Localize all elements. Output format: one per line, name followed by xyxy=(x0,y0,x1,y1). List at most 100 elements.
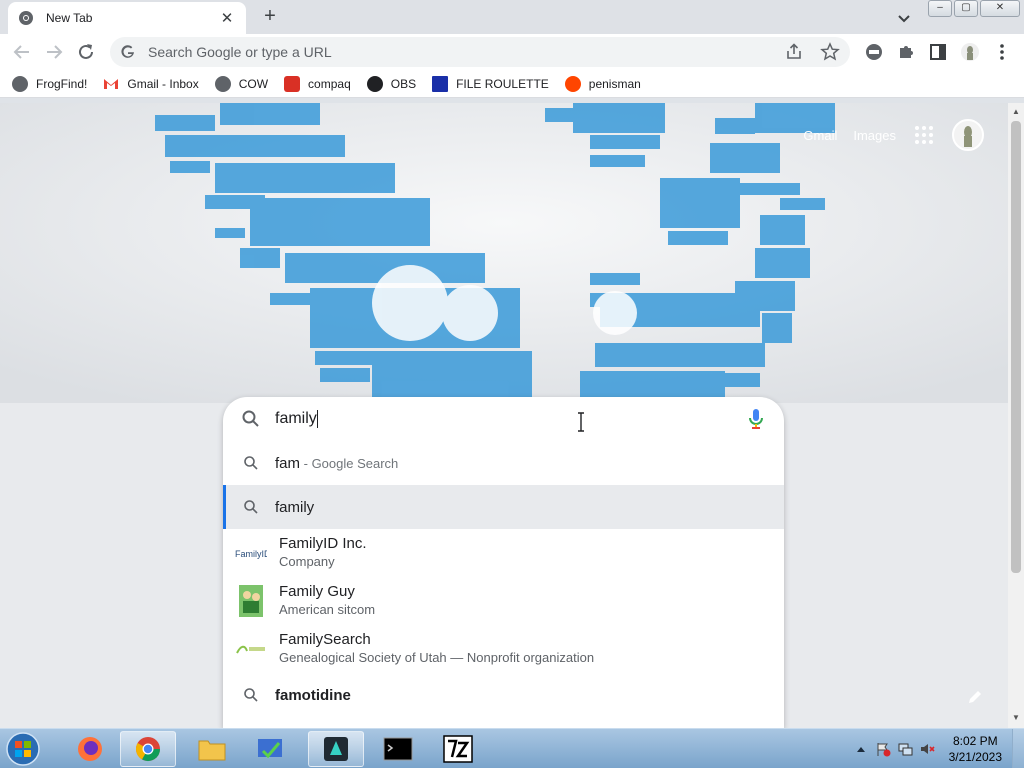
show-desktop-button[interactable] xyxy=(1012,729,1024,768)
scroll-thumb[interactable] xyxy=(1011,121,1021,573)
forward-arrow-icon[interactable] xyxy=(42,40,66,64)
bookmark-cow[interactable]: COW xyxy=(214,75,269,92)
address-bar[interactable]: Search Google or type a URL xyxy=(110,37,850,67)
share-icon[interactable] xyxy=(784,42,804,62)
windows-taskbar: 8:02 PM 3/21/2023 xyxy=(0,728,1024,768)
search-query-text: family xyxy=(275,410,317,428)
images-link[interactable]: Images xyxy=(853,128,896,143)
extensions-puzzle-icon[interactable] xyxy=(896,42,916,62)
taskbar-file-explorer[interactable] xyxy=(184,731,240,767)
tab-new-tab[interactable]: New Tab ✕ xyxy=(8,2,246,34)
search-icon xyxy=(244,456,258,470)
folder-icon xyxy=(198,740,226,761)
suggestion-title: FamilySearch xyxy=(279,631,371,648)
tab-search-icon[interactable] xyxy=(894,8,914,28)
close-window-button[interactable]: ✕ xyxy=(980,0,1020,17)
window-controls: – ▢ ✕ xyxy=(928,0,1020,17)
clock-time: 8:02 PM xyxy=(952,734,998,748)
scroll-up-arrow-icon[interactable]: ▲ xyxy=(1011,107,1021,117)
taskbar-control-panel[interactable] xyxy=(242,731,298,767)
cmd-icon xyxy=(383,737,413,761)
show-hidden-icons-icon[interactable] xyxy=(853,741,869,757)
suggestion-text: family xyxy=(275,498,315,516)
bookmark-penisman[interactable]: penisman xyxy=(564,75,641,92)
search-box: family fam - Google Search family Family… xyxy=(223,397,784,728)
suggestion-entity-familysearch[interactable]: FamilySearch Genealogical Society of Uta… xyxy=(223,625,784,673)
svg-text:FamilyID: FamilyID xyxy=(235,549,267,559)
search-input-row[interactable]: family xyxy=(223,397,784,441)
extension-icon[interactable] xyxy=(864,42,884,62)
clock-date: 3/21/2023 xyxy=(948,750,1002,764)
suggestion-text: famotidine xyxy=(275,686,351,704)
bookmark-label: OBS xyxy=(390,76,417,91)
apps-grid-icon[interactable] xyxy=(912,123,936,147)
page-scrollbar[interactable]: ▲ ▼ xyxy=(1008,103,1024,728)
bookmark-label: compaq xyxy=(308,76,351,91)
bookmark-compaq[interactable]: compaq xyxy=(284,75,351,92)
menu-kebab-icon[interactable] xyxy=(992,42,1012,62)
taskbar-firefox[interactable] xyxy=(62,731,118,767)
google-g-icon xyxy=(121,45,134,58)
taskbar-chrome[interactable] xyxy=(120,731,176,767)
github-icon xyxy=(366,75,383,92)
search-icon xyxy=(244,500,258,514)
reddit-icon xyxy=(564,75,581,92)
tab-title: New Tab xyxy=(46,11,93,25)
suggestion-title: FamilyID Inc. xyxy=(279,535,367,552)
suggestion-entity-familyid[interactable]: FamilyID FamilyID Inc. Company xyxy=(223,529,784,577)
taskbar-7zip[interactable] xyxy=(430,731,486,767)
bookmark-label: Gmail - Inbox xyxy=(127,76,199,91)
account-avatar[interactable] xyxy=(952,119,984,151)
system-tray: 8:02 PM 3/21/2023 xyxy=(847,729,1024,768)
suggestion-match: fam xyxy=(275,454,301,472)
search-input[interactable]: family xyxy=(275,409,746,428)
suggestion-item[interactable]: fam - Google Search xyxy=(223,441,784,485)
bookmark-frogfind[interactable]: FrogFind! xyxy=(12,75,87,92)
side-panel-icon[interactable] xyxy=(928,42,948,62)
taskbar-command-prompt[interactable] xyxy=(370,731,426,767)
bookmark-obs[interactable]: OBS xyxy=(366,75,417,92)
familyguy-thumb xyxy=(235,585,267,617)
start-button-icon[interactable] xyxy=(4,731,42,767)
new-tab-button[interactable]: + xyxy=(258,5,282,29)
taskbar-clock[interactable]: 8:02 PM 3/21/2023 xyxy=(949,733,1002,765)
suggestion-suffix: - Google Search xyxy=(300,455,399,471)
gmail-link[interactable]: Gmail xyxy=(803,128,837,143)
top-links: Gmail Images xyxy=(803,119,984,151)
chrome-icon xyxy=(19,11,33,25)
bookmark-label: penisman xyxy=(588,76,641,91)
minimize-button[interactable]: – xyxy=(928,0,952,17)
suggestion-item-selected[interactable]: family xyxy=(223,485,784,529)
bookmarks-bar: FrogFind! Gmail - Inbox COW compaq OBS F… xyxy=(0,70,1024,98)
filmora-icon xyxy=(324,737,348,761)
familysearch-logo xyxy=(235,633,267,665)
7zip-icon xyxy=(443,735,473,763)
volume-muted-icon[interactable] xyxy=(919,741,935,757)
ibeam-cursor-icon xyxy=(578,412,584,432)
profile-avatar-icon[interactable] xyxy=(960,42,980,62)
search-icon xyxy=(242,410,259,427)
compaq-icon xyxy=(284,75,301,92)
suggestion-subtitle: Genealogical Society of Utah — Nonprofit… xyxy=(279,650,595,665)
back-arrow-icon[interactable] xyxy=(10,40,34,64)
suggestion-entity-family-guy[interactable]: Family Guy American sitcom xyxy=(223,577,784,625)
microphone-icon[interactable] xyxy=(746,407,766,431)
bookmark-file-roulette[interactable]: FILE ROULETTE xyxy=(432,75,549,92)
bookmark-label: COW xyxy=(238,76,269,91)
taskbar-filmora[interactable] xyxy=(308,731,364,767)
tab-strip: New Tab ✕ + – ▢ ✕ xyxy=(0,0,1024,34)
action-center-flag-icon[interactable] xyxy=(875,741,891,757)
customize-pencil-icon[interactable] xyxy=(966,688,984,706)
search-icon xyxy=(244,688,258,702)
tab-close-button[interactable]: ✕ xyxy=(218,9,236,27)
scroll-down-arrow-icon[interactable]: ▼ xyxy=(1011,713,1021,723)
address-bar-placeholder: Search Google or type a URL xyxy=(148,44,332,60)
network-icon[interactable] xyxy=(897,741,913,757)
bookmark-star-icon[interactable] xyxy=(820,42,840,62)
browser-toolbar: Search Google or type a URL xyxy=(0,34,1024,70)
reload-icon[interactable] xyxy=(74,40,98,64)
suggestion-subtitle: Company xyxy=(279,554,335,569)
suggestion-item[interactable]: famotidine xyxy=(223,673,784,717)
bookmark-gmail-inbox[interactable]: Gmail - Inbox xyxy=(103,76,199,92)
maximize-button[interactable]: ▢ xyxy=(954,0,978,17)
